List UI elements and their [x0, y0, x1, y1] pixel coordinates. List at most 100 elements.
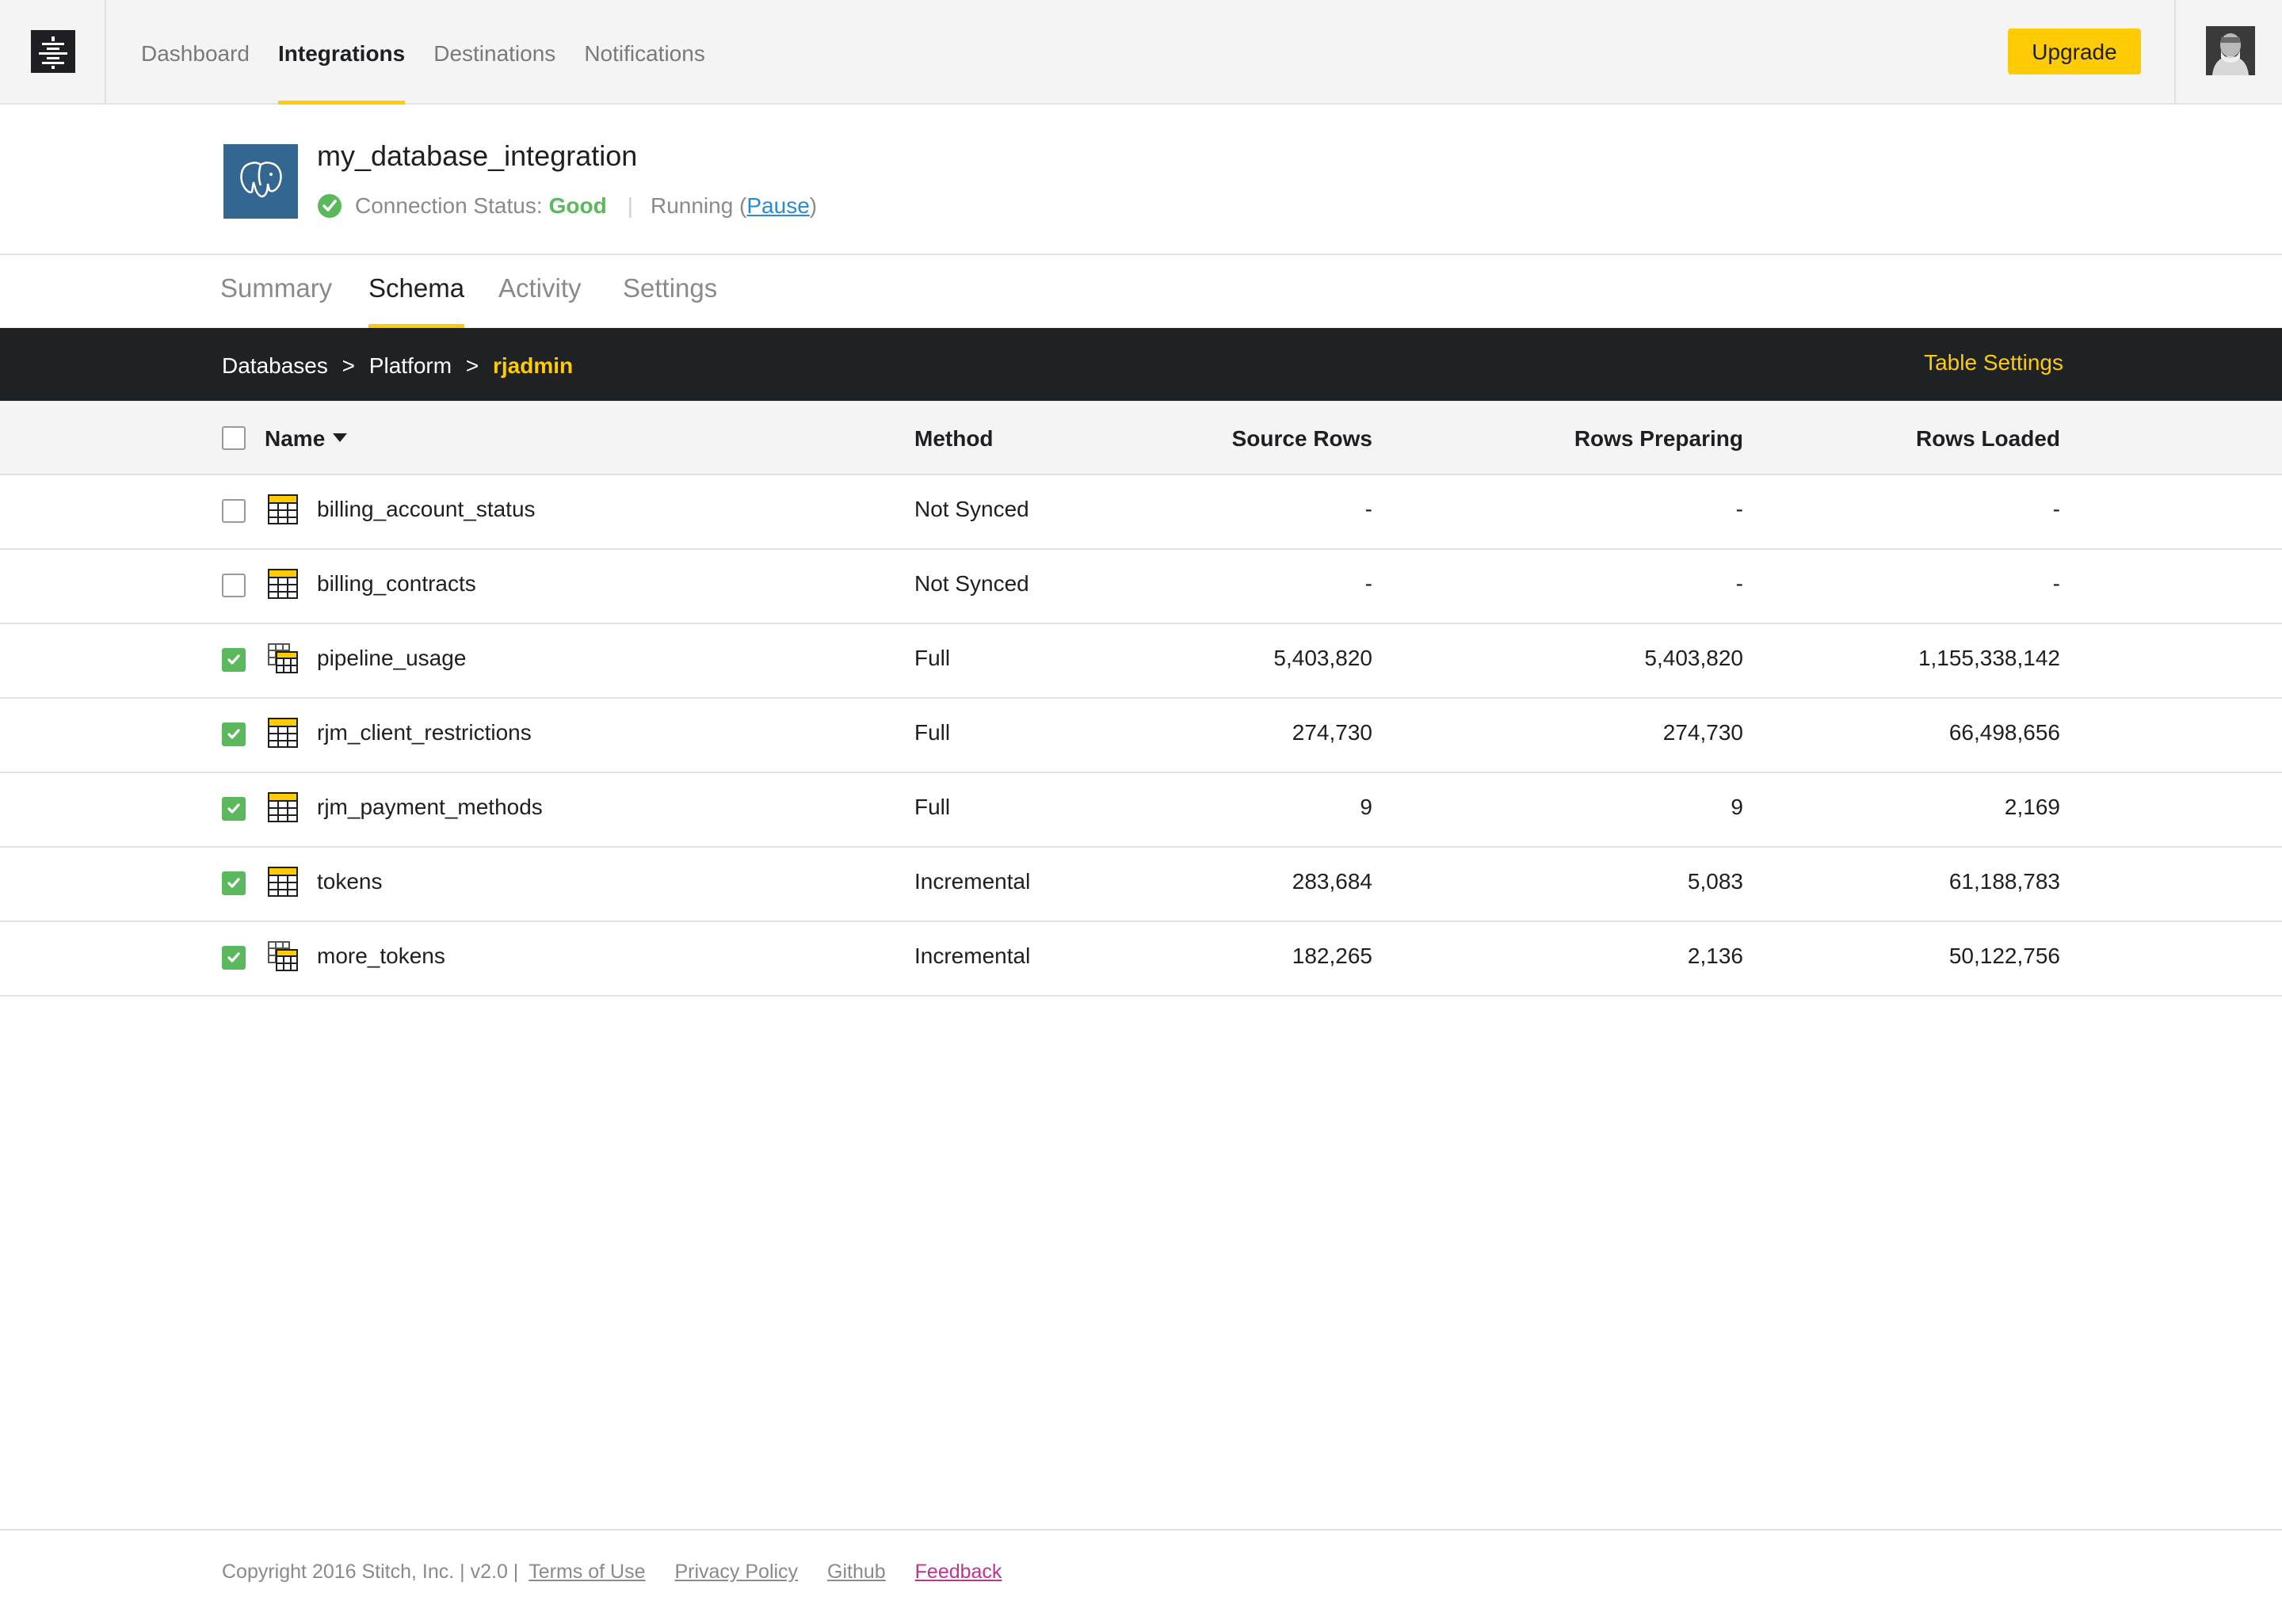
row-checkbox[interactable] [222, 722, 246, 746]
postgresql-icon [223, 144, 298, 219]
row-checkbox[interactable] [222, 499, 246, 523]
nav-dashboard[interactable]: Dashboard [141, 0, 250, 103]
breadcrumb-current: rjadmin [492, 353, 574, 378]
github-link[interactable]: Github [827, 1561, 886, 1583]
top-navbar: Dashboard Integrations Destinations Noti… [0, 0, 2282, 105]
tab-activity[interactable]: Activity [498, 255, 582, 328]
row-method: Full [914, 720, 951, 745]
row-rows-preparing: 5,083 [1687, 869, 1743, 894]
row-rows-loaded: 1,155,338,142 [1918, 646, 2060, 670]
status-value: Good [548, 193, 607, 218]
row-rows-preparing: 274,730 [1662, 720, 1743, 745]
row-method: Not Synced [914, 571, 1029, 596]
table-row[interactable]: billing_account_status Not Synced - - - [0, 475, 2282, 550]
stitch-logo-icon[interactable] [31, 30, 75, 73]
row-name[interactable]: rjm_client_restrictions [317, 699, 532, 767]
row-source-rows: 274,730 [1292, 720, 1372, 745]
schema-toolbar: Databases > Platform > rjadmin Table Set… [0, 328, 2282, 401]
row-checkbox[interactable] [222, 797, 246, 821]
running-suffix: ) [809, 193, 818, 218]
privacy-link[interactable]: Privacy Policy [674, 1561, 798, 1583]
column-rows-loaded: Rows Loaded [1915, 426, 2060, 451]
row-name[interactable]: pipeline_usage [317, 624, 466, 692]
feedback-link[interactable]: Feedback [915, 1561, 1002, 1583]
table-view-icon [268, 941, 298, 971]
row-name[interactable]: billing_account_status [317, 475, 536, 543]
nav-destinations[interactable]: Destinations [433, 0, 555, 103]
row-rows-loaded: 2,169 [2004, 795, 2060, 819]
row-method: Not Synced [914, 497, 1029, 521]
running-label: Running ( [650, 193, 747, 218]
row-name[interactable]: rjm_payment_methods [317, 773, 543, 841]
table-icon [268, 494, 298, 524]
divider: | [627, 193, 633, 218]
copyright-text: Copyright 2016 Stitch, Inc. | v2.0 | [222, 1561, 519, 1583]
row-checkbox[interactable] [222, 574, 246, 597]
column-rows-preparing: Rows Preparing [1574, 426, 1743, 451]
table-row[interactable]: rjm_client_restrictions Full 274,730 274,73… [0, 699, 2282, 773]
table-icon [268, 718, 298, 748]
footer: Copyright 2016 Stitch, Inc. | v2.0 | Ter… [0, 1529, 2282, 1624]
row-rows-preparing: 2,136 [1687, 944, 1743, 968]
row-rows-preparing: 5,403,820 [1644, 646, 1743, 670]
table-icon [268, 867, 298, 897]
table-row[interactable]: more_tokens Incremental 182,265 2,136 50,122… [0, 922, 2282, 997]
breadcrumb-platform[interactable]: Platform [369, 353, 452, 378]
breadcrumb-databases[interactable]: Databases [222, 353, 328, 378]
row-source-rows: 9 [1360, 795, 1372, 819]
breadcrumb-separator: > [342, 353, 356, 378]
column-source-rows: Source Rows [1231, 426, 1372, 451]
column-method: Method [914, 426, 994, 451]
table-view-icon [268, 643, 298, 673]
row-checkbox[interactable] [222, 648, 246, 672]
terms-link[interactable]: Terms of Use [529, 1561, 645, 1583]
row-source-rows: 5,403,820 [1273, 646, 1372, 670]
row-source-rows: - [1364, 497, 1372, 521]
table-row[interactable]: rjm_payment_methods Full 9 9 2,169 [0, 773, 2282, 848]
row-source-rows: - [1364, 571, 1372, 596]
nav-notifications[interactable]: Notifications [584, 0, 705, 103]
column-name[interactable]: Name [265, 401, 348, 477]
sort-down-icon [333, 433, 348, 443]
row-rows-preparing: - [1735, 497, 1743, 521]
row-method: Incremental [914, 869, 1031, 894]
breadcrumb-separator: > [465, 353, 479, 378]
row-name[interactable]: tokens [317, 848, 383, 916]
row-checkbox[interactable] [222, 946, 246, 970]
select-all-checkbox[interactable] [222, 426, 246, 450]
pause-link[interactable]: Pause [746, 193, 809, 219]
table-icon [268, 569, 298, 599]
row-method: Full [914, 646, 951, 670]
row-rows-loaded: 61,188,783 [1948, 869, 2060, 894]
table-row[interactable]: pipeline_usage Full 5,403,820 5,403,820 1,15… [0, 624, 2282, 699]
tab-settings[interactable]: Settings [623, 255, 717, 328]
avatar[interactable] [2206, 26, 2255, 75]
tab-summary[interactable]: Summary [220, 255, 332, 328]
integration-tabs: Summary Schema Activity Settings [0, 255, 2282, 328]
status-label: Connection Status: [355, 193, 543, 218]
table-icon [268, 792, 298, 822]
row-name[interactable]: billing_contracts [317, 550, 476, 618]
table-settings-link[interactable]: Table Settings [1924, 328, 2063, 398]
table-row[interactable]: billing_contracts Not Synced - - - [0, 550, 2282, 624]
column-name-label: Name [265, 426, 326, 451]
table-body: billing_account_status Not Synced - - - billi… [0, 475, 2282, 997]
row-rows-preparing: - [1735, 571, 1743, 596]
row-rows-loaded: 50,122,756 [1948, 944, 2060, 968]
nav-integrations[interactable]: Integrations [277, 0, 406, 105]
upgrade-button[interactable]: Upgrade [2008, 29, 2141, 74]
tab-schema[interactable]: Schema [368, 255, 465, 328]
integration-header: my_database_integration Connection Statu… [0, 105, 2282, 255]
row-rows-preparing: 9 [1731, 795, 1743, 819]
avatar-cell [2174, 0, 2282, 103]
table-header: Name Method Source Rows Rows Preparing R… [0, 401, 2282, 475]
row-checkbox[interactable] [222, 871, 246, 895]
breadcrumb: Databases > Platform > rjadmin [222, 328, 573, 404]
main-nav: Dashboard Integrations Destinations Noti… [141, 0, 734, 105]
row-source-rows: 182,265 [1292, 944, 1372, 968]
connection-status: Connection Status: Good | Running (Pause… [317, 193, 817, 219]
row-name[interactable]: more_tokens [317, 922, 445, 990]
table-row[interactable]: tokens Incremental 283,684 5,083 61,188,783 [0, 848, 2282, 922]
row-rows-loaded: - [2052, 497, 2060, 521]
integration-title: my_database_integration [317, 139, 638, 172]
